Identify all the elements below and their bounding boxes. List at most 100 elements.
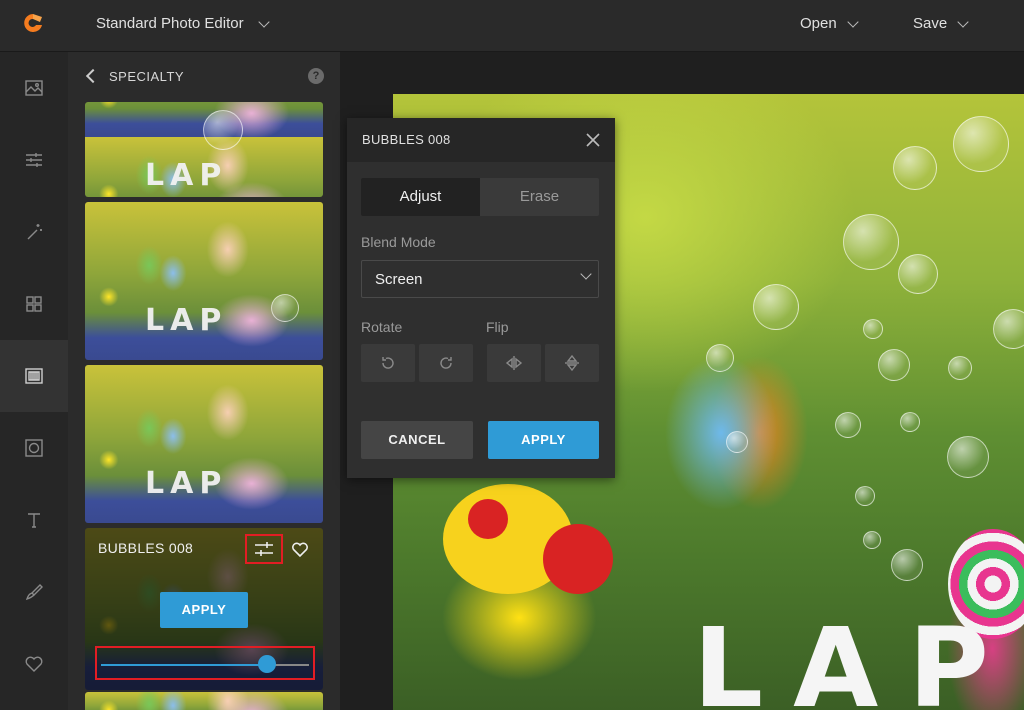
bubble: [993, 309, 1024, 349]
cancel-button[interactable]: CANCEL: [361, 421, 473, 459]
bubble-decoration: [271, 294, 299, 322]
photo-text: LAP: [693, 604, 1019, 710]
rail-item-draw[interactable]: [0, 556, 68, 628]
favorite-button[interactable]: [291, 540, 309, 558]
flip-vertical-icon: [565, 354, 579, 372]
tab-erase[interactable]: Erase: [480, 178, 599, 216]
bubble: [948, 356, 972, 380]
effect-thumbnail[interactable]: LAP: [85, 365, 323, 523]
rail-item-effects[interactable]: [0, 196, 68, 268]
rail-item-frames[interactable]: [0, 412, 68, 484]
save-menu[interactable]: Save: [913, 15, 969, 32]
bubble: [893, 146, 937, 190]
apply-button[interactable]: APPLY: [488, 421, 599, 459]
dialog-header: BUBBLES 008: [347, 118, 615, 162]
brush-icon: [25, 584, 43, 601]
dialog-title: BUBBLES 008: [362, 132, 451, 147]
thumbnail-photo-text: LAP: [145, 466, 228, 501]
flower-center: [543, 524, 613, 594]
blend-mode-value: Screen: [375, 271, 423, 288]
heart-icon: [25, 656, 43, 672]
blend-mode-label: Blend Mode: [361, 234, 436, 250]
rail-item-adjust[interactable]: [0, 124, 68, 196]
bubble: [835, 412, 861, 438]
editor-mode-dropdown[interactable]: Standard Photo Editor: [96, 15, 270, 32]
effect-thumbnail[interactable]: LAP: [85, 202, 323, 360]
rotate-right-button[interactable]: [419, 344, 473, 382]
app-title: Standard Photo Editor: [96, 15, 244, 32]
specialty-panel: SPECIALTY ? LAP LAP LAP BUBBLES 008 APPL…: [68, 52, 340, 710]
sliders-icon: [255, 542, 273, 556]
bubble: [900, 412, 920, 432]
open-label: Open: [800, 15, 837, 32]
grid-icon: [26, 296, 42, 312]
back-chevron-icon[interactable]: [85, 68, 101, 84]
slider-handle[interactable]: [258, 655, 277, 673]
close-icon: [586, 133, 600, 147]
flip-horizontal-button[interactable]: [487, 344, 541, 382]
help-icon[interactable]: ?: [308, 68, 324, 84]
rail-item-text[interactable]: [0, 484, 68, 556]
thumbnail-photo-text: LAP: [145, 303, 228, 338]
bubble: [947, 436, 989, 478]
sliders-icon: [26, 153, 42, 167]
bubble: [726, 431, 748, 453]
adjust-settings-button[interactable]: [245, 534, 283, 564]
apply-effect-button[interactable]: APPLY: [160, 592, 248, 628]
overlay-icon: [25, 368, 43, 384]
bubble: [843, 214, 899, 270]
effect-name: BUBBLES 008: [98, 540, 194, 556]
image-icon: [25, 80, 43, 96]
rotate-label: Rotate: [361, 319, 403, 335]
save-label: Save: [913, 15, 948, 32]
bubble: [855, 486, 875, 506]
panel-header: SPECIALTY ?: [68, 52, 340, 100]
text-icon: [28, 513, 40, 528]
rotate-left-button[interactable]: [361, 344, 415, 382]
chevron-down-icon: [957, 15, 969, 28]
rail-item-favorites[interactable]: [0, 628, 68, 700]
bubble: [878, 349, 910, 381]
flower-center: [468, 499, 508, 539]
app-logo-icon[interactable]: [22, 12, 44, 34]
flip-label: Flip: [486, 319, 509, 335]
heart-icon: [292, 542, 308, 558]
bubble-decoration: [203, 110, 243, 150]
bubble: [753, 284, 799, 330]
rotate-left-icon: [382, 357, 394, 369]
chevron-down-icon: [847, 15, 859, 28]
open-menu[interactable]: Open: [800, 15, 859, 32]
slider-fill: [101, 664, 268, 666]
active-effect-card[interactable]: BUBBLES 008 APPLY: [85, 528, 323, 690]
thumbnail-image: [85, 692, 323, 710]
bubble: [953, 116, 1009, 172]
bubble: [891, 549, 923, 581]
mode-tabs: Adjust Erase: [361, 178, 599, 216]
slider-track[interactable]: [101, 664, 309, 666]
rotate-right-icon: [440, 357, 452, 369]
rail-item-collage[interactable]: [0, 268, 68, 340]
rail-item-overlays[interactable]: [0, 340, 68, 412]
effect-thumbnail[interactable]: [85, 692, 323, 710]
tab-adjust[interactable]: Adjust: [361, 178, 480, 216]
frame-icon: [25, 439, 43, 457]
bubble: [863, 531, 881, 549]
blend-mode-select[interactable]: Screen: [361, 260, 599, 298]
magic-wand-icon: [27, 224, 42, 240]
chevron-down-icon: [580, 268, 592, 280]
strength-slider[interactable]: [95, 646, 315, 680]
bubble: [898, 254, 938, 294]
bubble: [863, 319, 883, 339]
effect-thumbnail[interactable]: LAP: [85, 102, 323, 197]
tool-rail: [0, 52, 68, 710]
flip-vertical-button[interactable]: [545, 344, 599, 382]
bubble: [706, 344, 734, 372]
top-bar: Standard Photo Editor Open Save: [0, 0, 1024, 52]
chevron-down-icon: [257, 15, 270, 28]
rail-item-image[interactable]: [0, 52, 68, 124]
thumbnail-photo-text: LAP: [145, 158, 228, 193]
close-button[interactable]: [585, 132, 601, 148]
flip-horizontal-icon: [505, 356, 523, 370]
effect-settings-dialog: BUBBLES 008 Adjust Erase Blend Mode Scre…: [347, 118, 615, 478]
panel-title: SPECIALTY: [109, 69, 185, 84]
